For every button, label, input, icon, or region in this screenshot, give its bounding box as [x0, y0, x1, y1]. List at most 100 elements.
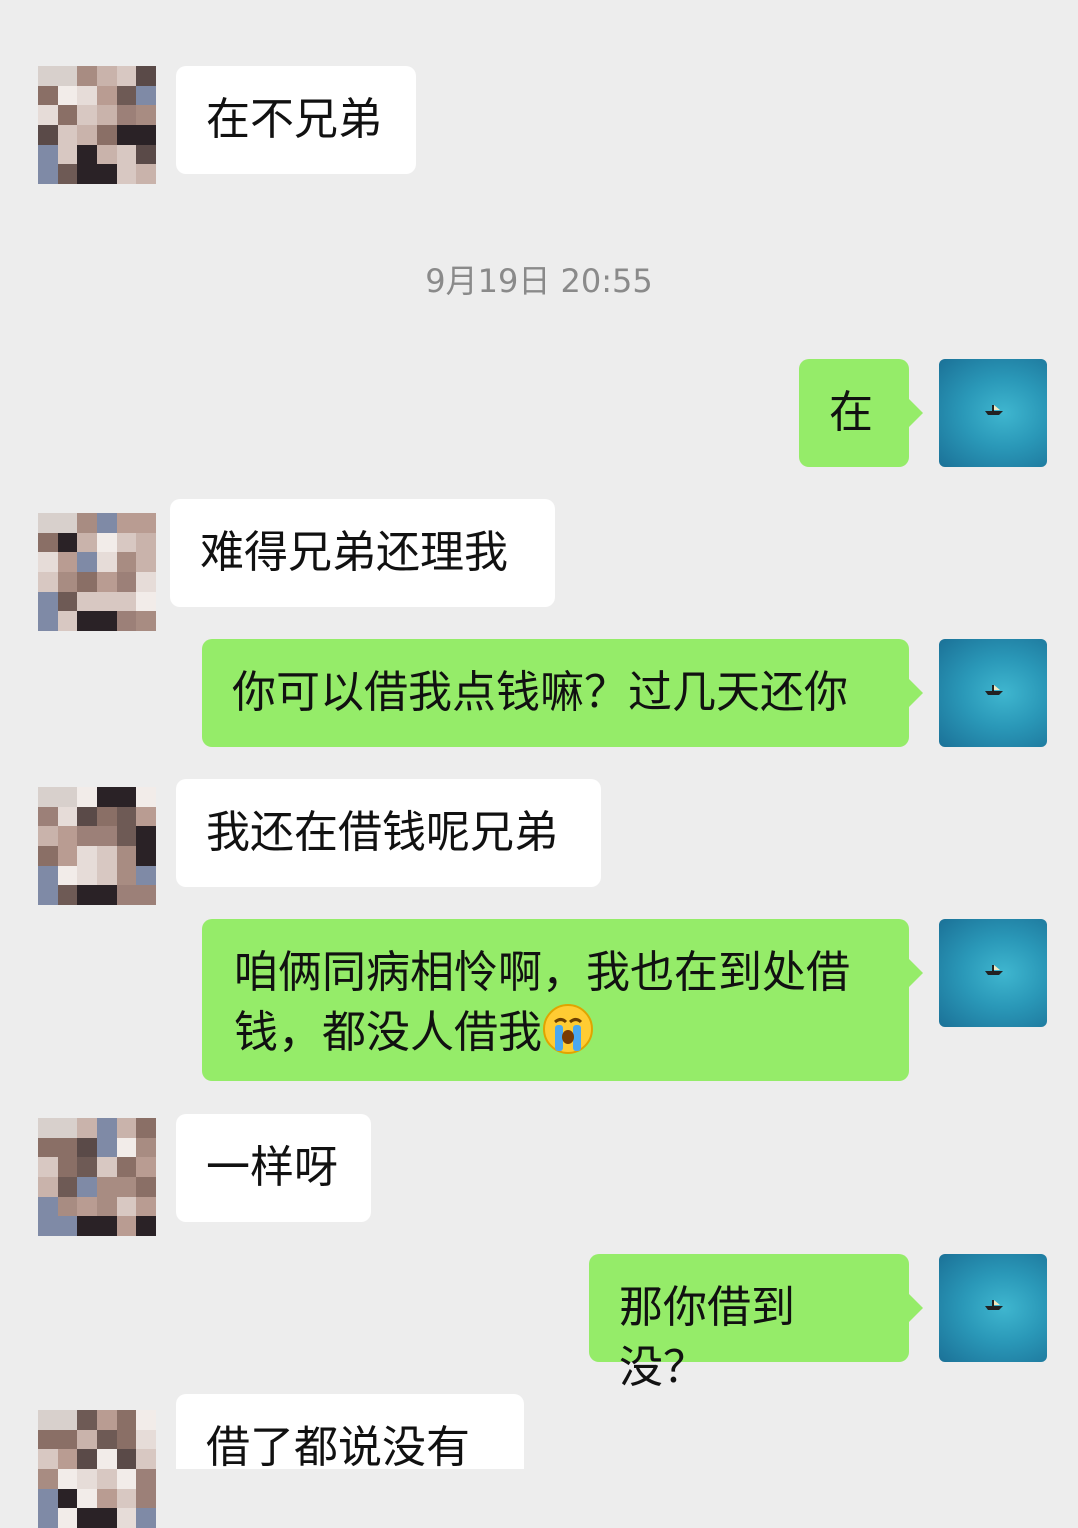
- avatar-pixel: [136, 164, 156, 184]
- contact-avatar[interactable]: [38, 66, 156, 184]
- message-bubble-received[interactable]: 在不兄弟: [176, 66, 416, 174]
- avatar-pixel: [136, 1429, 156, 1450]
- avatar-pixel: [96, 85, 117, 106]
- avatar-pixel: [57, 532, 78, 553]
- avatar-pixel: [38, 513, 58, 533]
- avatar-pixel: [116, 85, 137, 106]
- avatar-pixel: [116, 1468, 137, 1489]
- avatar-pixel: [136, 513, 156, 533]
- avatar-pixel: [38, 1157, 58, 1177]
- contact-avatar[interactable]: [38, 787, 156, 905]
- avatar-pixel: [136, 885, 156, 905]
- avatar-pixel: [77, 1157, 97, 1177]
- avatar-pixel: [136, 1410, 156, 1430]
- avatar-pixel: [116, 1216, 137, 1236]
- message-bubble-received[interactable]: 难得兄弟还理我: [170, 499, 555, 607]
- avatar-pixel: [77, 105, 97, 125]
- avatar-pixel: [77, 552, 97, 572]
- avatar-pixel: [77, 532, 97, 553]
- message-text: 借了都说没有: [206, 1422, 470, 1473]
- message-bubble-sent[interactable]: 你可以借我点钱嘛？过几天还你: [202, 639, 923, 747]
- avatar-pixel: [136, 826, 156, 846]
- avatar-pixel: [116, 787, 137, 807]
- avatar-pixel: [96, 1196, 117, 1217]
- avatar-pixel: [77, 1118, 97, 1138]
- avatar-pixel: [38, 611, 58, 631]
- message-bubble-sent[interactable]: 那你借到没？: [589, 1254, 923, 1393]
- message-text: 在: [829, 387, 873, 438]
- avatar-pixel: [96, 845, 117, 866]
- chat-timestamp: 9月19日 20:55: [425, 262, 653, 300]
- avatar-pixel: [116, 1176, 137, 1197]
- boat-icon: [985, 405, 1003, 415]
- avatar-pixel: [57, 865, 78, 886]
- avatar-pixel: [116, 1196, 137, 1217]
- avatar-pixel: [96, 513, 117, 533]
- avatar-pixel: [38, 1118, 58, 1138]
- avatar-pixel: [136, 806, 156, 827]
- avatar-pixel: [136, 552, 156, 572]
- avatar-pixel: [57, 806, 78, 827]
- avatar-pixel: [77, 1196, 97, 1217]
- avatar-pixel: [136, 1157, 156, 1177]
- avatar-pixel: [96, 1449, 117, 1469]
- avatar-pixel: [57, 885, 78, 905]
- message-bubble-sent[interactable]: 咱俩同病相怜啊，我也在到处借钱，都没人借我: [202, 919, 923, 1081]
- self-avatar[interactable]: [939, 359, 1047, 467]
- avatar-pixel: [77, 826, 97, 846]
- avatar-pixel: [77, 164, 97, 184]
- avatar-pixel: [38, 532, 58, 553]
- avatar-pixel: [57, 1508, 78, 1528]
- contact-avatar[interactable]: [38, 513, 156, 631]
- avatar-pixel: [96, 124, 117, 145]
- avatar-pixel: [116, 611, 137, 631]
- avatar-pixel: [57, 1488, 78, 1509]
- avatar-pixel: [96, 571, 117, 592]
- self-avatar[interactable]: [939, 919, 1047, 1027]
- boat-icon: [985, 685, 1003, 695]
- avatar-pixel: [57, 1449, 78, 1469]
- avatar-pixel: [96, 787, 117, 807]
- avatar-pixel: [136, 144, 156, 165]
- message-bubble-sent[interactable]: 在: [799, 359, 923, 467]
- avatar-pixel: [38, 144, 58, 165]
- avatar-pixel: [77, 571, 97, 592]
- contact-avatar[interactable]: [38, 1118, 156, 1236]
- self-avatar[interactable]: [939, 639, 1047, 747]
- avatar-pixel: [57, 826, 78, 846]
- message-text: 那你借到没？: [619, 1282, 795, 1393]
- avatar-pixel: [116, 865, 137, 886]
- avatar-pixel: [57, 552, 78, 572]
- avatar-pixel: [77, 865, 97, 886]
- boat-icon: [985, 1300, 1003, 1310]
- avatar-pixel: [57, 1216, 78, 1236]
- message-text: 你可以借我点钱嘛？过几天还你: [232, 667, 848, 718]
- avatar-pixel: [38, 1449, 58, 1469]
- avatar-pixel: [96, 164, 117, 184]
- avatar-pixel: [116, 571, 137, 592]
- avatar-pixel: [116, 885, 137, 905]
- avatar-pixel: [77, 845, 97, 866]
- avatar-pixel: [116, 826, 137, 846]
- avatar-pixel: [136, 591, 156, 612]
- avatar-pixel: [96, 865, 117, 886]
- avatar-pixel: [57, 571, 78, 592]
- avatar-pixel: [96, 532, 117, 553]
- avatar-pixel: [57, 591, 78, 612]
- avatar-pixel: [96, 1137, 117, 1158]
- avatar-pixel: [57, 124, 78, 145]
- avatar-pixel: [57, 1429, 78, 1450]
- avatar-pixel: [38, 124, 58, 145]
- contact-avatar[interactable]: [38, 1410, 156, 1528]
- avatar-pixel: [57, 513, 78, 533]
- avatar-pixel: [57, 1468, 78, 1489]
- message-bubble-received[interactable]: 借了都说没有: [176, 1394, 524, 1473]
- avatar-pixel: [57, 1118, 78, 1138]
- self-avatar[interactable]: [939, 1254, 1047, 1362]
- avatar-pixel: [116, 1137, 137, 1158]
- avatar-pixel: [57, 66, 78, 86]
- message-bubble-received[interactable]: 我还在借钱呢兄弟: [176, 779, 601, 887]
- message-bubble-received[interactable]: 一样呀: [176, 1114, 371, 1222]
- avatar-pixel: [136, 865, 156, 886]
- avatar-pixel: [77, 885, 97, 905]
